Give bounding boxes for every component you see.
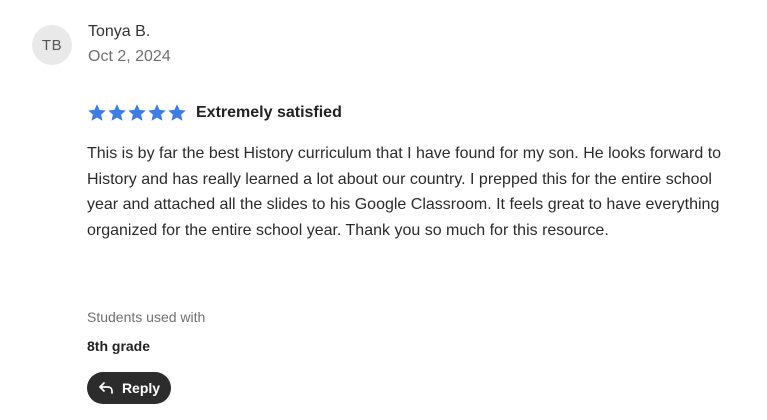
students-used-with-label: Students used with bbox=[87, 309, 206, 325]
reply-button[interactable]: Reply bbox=[87, 372, 171, 404]
star-rating bbox=[87, 103, 187, 123]
author-name: Tonya B. bbox=[88, 23, 151, 40]
reply-arrow-icon bbox=[98, 380, 114, 396]
star-icon bbox=[167, 103, 187, 123]
rating-label: Extremely satisfied bbox=[196, 104, 342, 121]
star-icon bbox=[127, 103, 147, 123]
review-card: TB Tonya B. Oct 2, 2024 Extremely satisf… bbox=[0, 0, 767, 420]
star-icon bbox=[147, 103, 167, 123]
grade-value: 8th grade bbox=[87, 338, 151, 354]
reply-label: Reply bbox=[121, 380, 161, 396]
avatar: TB bbox=[32, 25, 72, 65]
star-icon bbox=[107, 103, 127, 123]
review-text: This is by far the best History curricul… bbox=[87, 145, 722, 239]
rating-row: Extremely satisfied bbox=[87, 101, 342, 125]
star-icon bbox=[87, 103, 107, 123]
review-date: Oct 2, 2024 bbox=[88, 48, 171, 65]
